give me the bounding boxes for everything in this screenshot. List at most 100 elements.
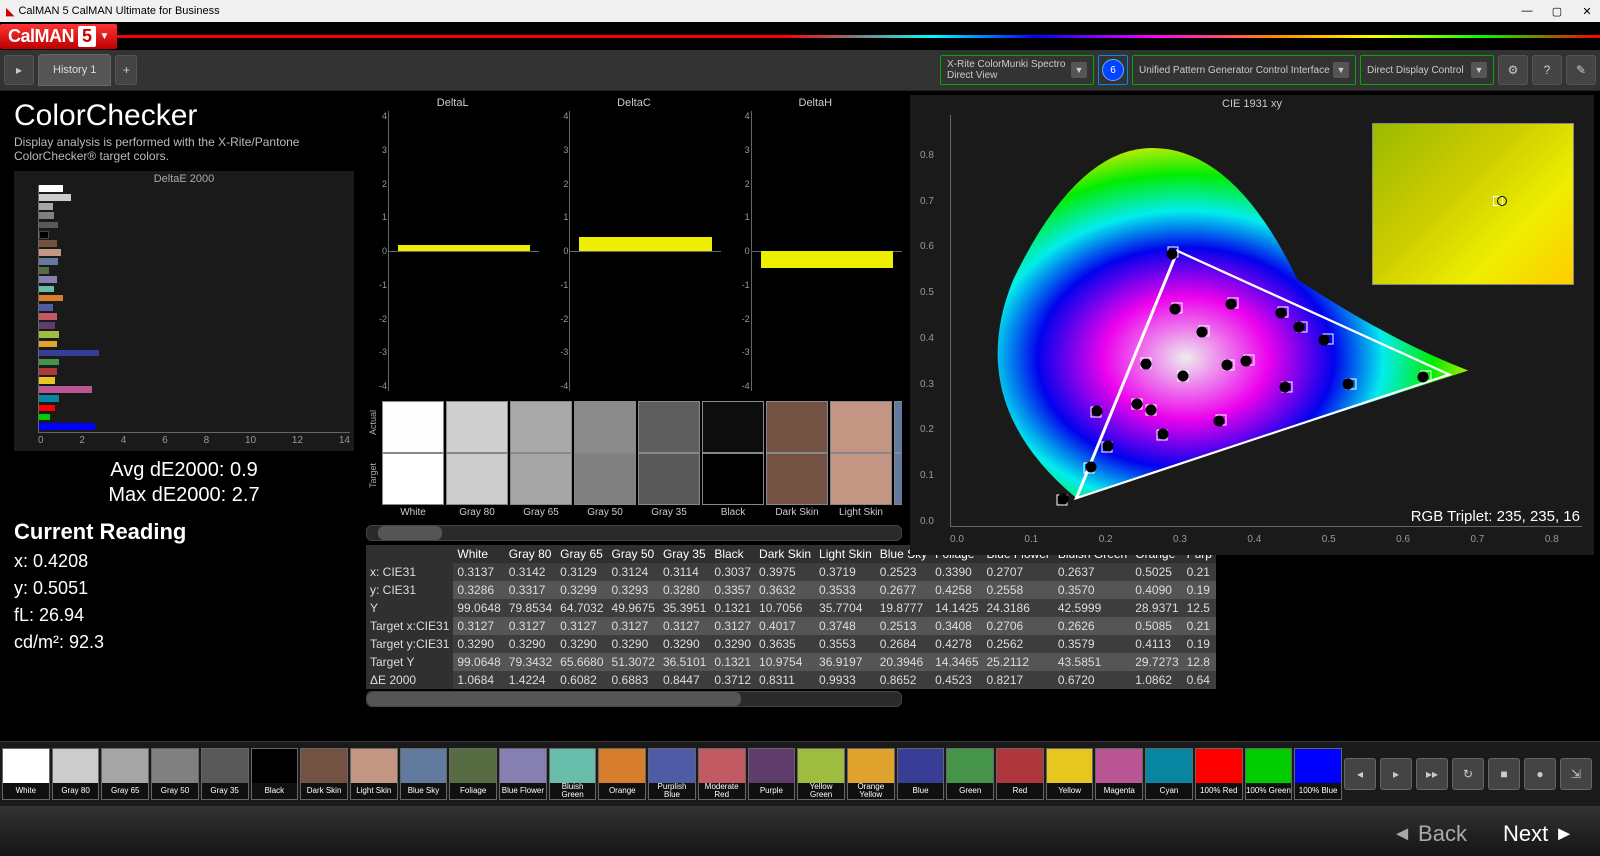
cell: 0.19 [1183,635,1216,653]
next-button[interactable]: Next► [1489,815,1588,853]
export-button[interactable]: ⇲ [1560,758,1592,790]
display-combo[interactable]: Direct Display Control▼ [1360,55,1494,85]
palette-item[interactable]: Orange Yellow [847,748,895,800]
cell: 0.3553 [815,635,876,653]
tick: 3 [369,145,387,155]
swatch-cell[interactable]: Light Skin [830,401,892,525]
palette-item[interactable]: Green [946,748,994,800]
minimize-button[interactable]: — [1520,5,1534,18]
source-combo[interactable]: X-Rite ColorMunki SpectroDirect View ▼ [940,55,1094,85]
palette-item[interactable]: 100% Red [1195,748,1243,800]
swatch-label: Gray 50 [587,507,623,518]
tick: 0.7 [1470,534,1484,545]
history-tab[interactable]: History 1 [38,54,111,86]
swatch-label: Dark Skin [775,507,818,518]
stop-button[interactable]: ■ [1488,758,1520,790]
de2000-bar [39,341,57,348]
cell: y: CIE31 [366,581,453,599]
max-label: Max dE2000: [108,484,226,506]
close-button[interactable]: ✕ [1580,5,1594,18]
palette-item[interactable]: White [2,748,50,800]
palette-item[interactable]: Orange [598,748,646,800]
swatch-cell[interactable]: White [382,401,444,525]
cell: 0.3114 [659,563,710,581]
next-button[interactable]: ▸▸ [1416,758,1448,790]
cell: 0.2562 [983,635,1054,653]
palette-item[interactable]: Foliage [449,748,497,800]
tick: 0.2 [1099,534,1113,545]
palette-item[interactable]: Gray 50 [151,748,199,800]
cell: 0.2706 [983,617,1054,635]
swatch-cell[interactable]: Gray 65 [510,401,572,525]
cell: 0.1321 [710,599,755,617]
swatch-cell[interactable]: Gray 80 [446,401,508,525]
data-table-wrap: WhiteGray 80Gray 65Gray 50Gray 35BlackDa… [366,545,902,715]
table-row: Y99.064879.853464.703249.967535.39510.13… [366,599,1216,617]
notes-button[interactable]: ✎ [1566,55,1596,85]
palette-item[interactable]: Yellow Green [797,748,845,800]
palette-item[interactable]: Blue Sky [400,748,448,800]
de2000-bar [39,313,57,320]
page-title: ColorChecker [14,99,354,133]
tick: 4 [121,435,127,451]
swatch-cell[interactable]: Dark Skin [766,401,828,525]
menu-toggle-button[interactable]: ▸ [4,55,34,85]
palette-item[interactable]: Purplish Blue [648,748,696,800]
palette-item[interactable]: Gray 35 [201,748,249,800]
palette-swatch [53,749,99,783]
source-count-badge[interactable]: 6 [1098,55,1128,85]
maximize-button[interactable]: ▢ [1550,5,1564,18]
de2000-bar [39,286,54,293]
swatch-cell[interactable]: Black [702,401,764,525]
swatch-cell[interactable]: Gray 50 [574,401,636,525]
palette-item[interactable]: Light Skin [350,748,398,800]
tick: 0.6 [920,241,934,252]
palette-item[interactable]: Yellow [1046,748,1094,800]
cell: 79.8534 [505,599,556,617]
settings-button[interactable]: ⚙ [1498,55,1528,85]
cell: Target y:CIE31 [366,635,453,653]
back-button[interactable]: ◄Back [1378,815,1481,853]
palette-item[interactable]: Dark Skin [300,748,348,800]
cell: 12.8 [1183,653,1216,671]
cie-point [1214,415,1225,426]
swatch-cell[interactable]: Gray 35 [638,401,700,525]
palette-item[interactable]: Purple [748,748,796,800]
tick: 12 [292,435,303,451]
app-logo[interactable]: CalMAN5 ▼ [0,24,117,49]
palette-item[interactable]: Blue [897,748,945,800]
pattern-combo[interactable]: Unified Pattern Generator Control Interf… [1132,55,1356,85]
add-tab-button[interactable]: + [115,55,137,85]
palette-item[interactable]: Magenta [1095,748,1143,800]
tick: 0.4 [920,333,934,344]
palette-item[interactable]: Red [996,748,1044,800]
palette-label: 100% Green [1246,783,1292,799]
palette-item[interactable]: Blue Flower [499,748,547,800]
swatch-scrollbar[interactable] [366,525,902,541]
cell: 36.9197 [815,653,876,671]
palette-label: 100% Blue [1295,783,1341,799]
tick: -3 [732,347,750,357]
palette-item[interactable]: Bluish Green [549,748,597,800]
swatch-cell[interactable]: Blue [894,401,902,525]
toolbar: ▸ History 1 + X-Rite ColorMunki SpectroD… [0,50,1600,91]
tick: 0.1 [920,470,934,481]
palette-item[interactable]: Gray 65 [101,748,149,800]
question-icon: ? [1544,63,1551,77]
tick: 6 [162,435,168,451]
palette-item[interactable]: Black [251,748,299,800]
palette-item[interactable]: Gray 80 [52,748,100,800]
repeat-button[interactable]: ↻ [1452,758,1484,790]
chevron-down-icon: ▼ [1333,62,1349,78]
tick: -3 [550,347,568,357]
play-button[interactable]: ▸ [1380,758,1412,790]
palette-item[interactable]: 100% Green [1245,748,1293,800]
prev-button[interactable]: ◂ [1344,758,1376,790]
palette-item[interactable]: 100% Blue [1294,748,1342,800]
record-button[interactable]: ● [1524,758,1556,790]
tick: 1 [732,212,750,222]
help-button[interactable]: ? [1532,55,1562,85]
palette-item[interactable]: Moderate Red [698,748,746,800]
table-scrollbar[interactable] [366,691,902,707]
palette-item[interactable]: Cyan [1145,748,1193,800]
